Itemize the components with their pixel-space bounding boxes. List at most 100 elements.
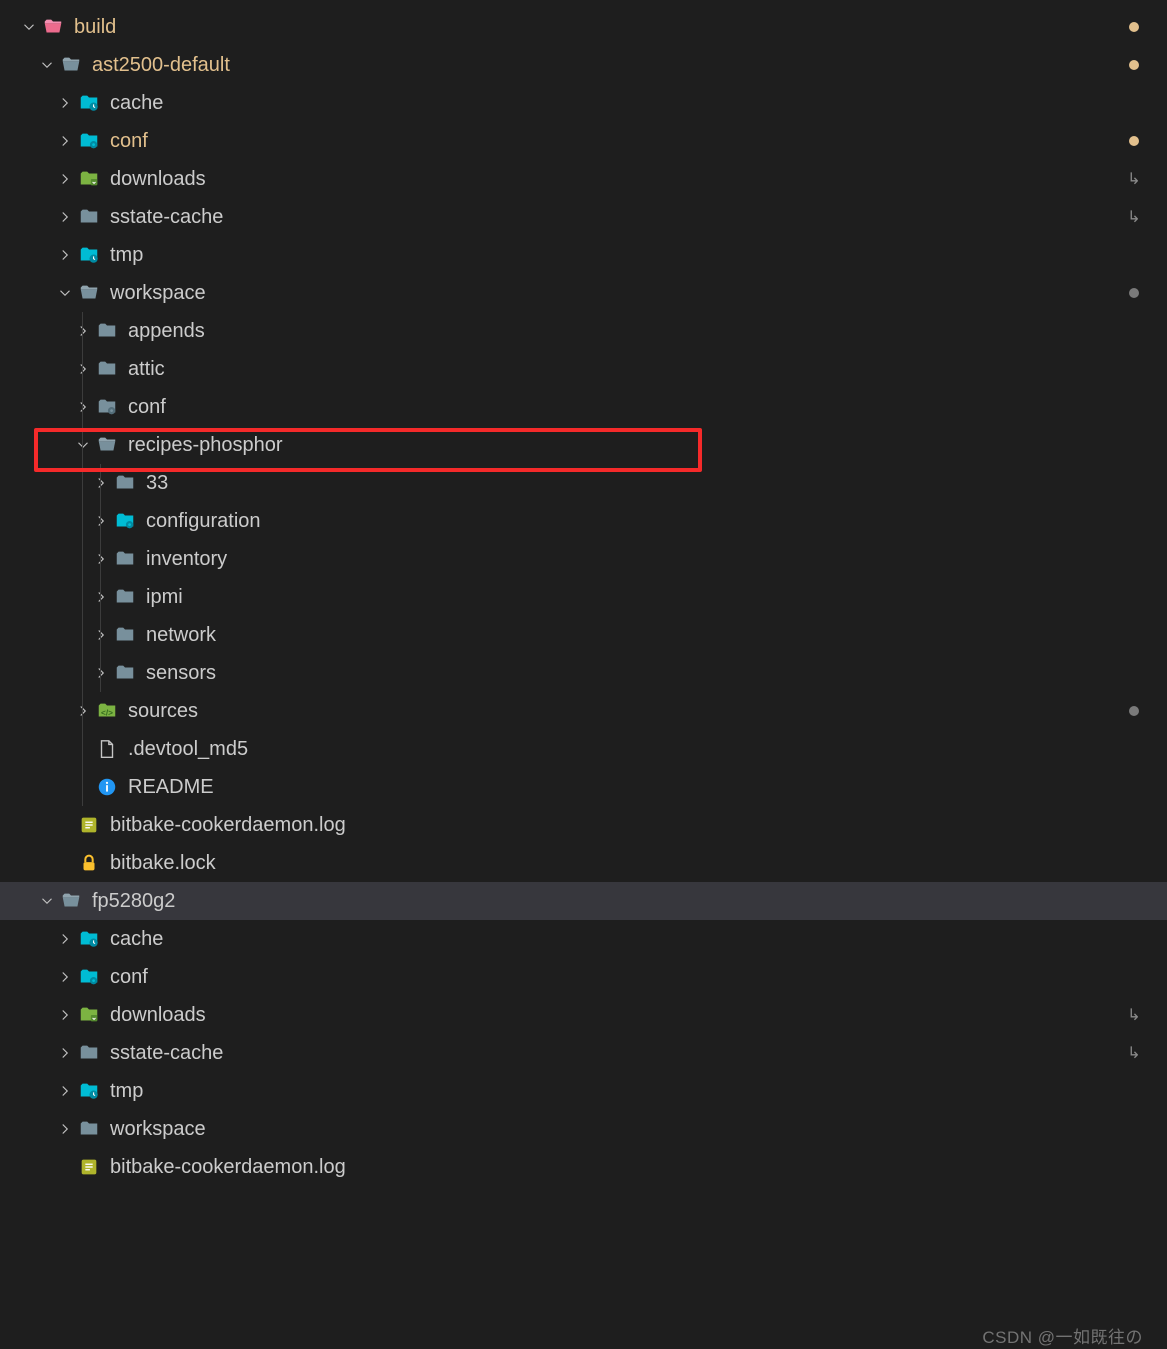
tree-row[interactable]: sstate-cache↳ [0, 1034, 1167, 1072]
tree-item-label: conf [128, 396, 1121, 419]
tree-row[interactable]: cache [0, 84, 1167, 122]
tree-row[interactable]: tmp [0, 236, 1167, 274]
chevron-right-icon[interactable] [54, 130, 76, 152]
chevron-right-icon[interactable] [54, 1042, 76, 1064]
chevron-right-icon[interactable] [90, 662, 112, 684]
chevron-right-icon[interactable] [54, 1118, 76, 1140]
tree-row[interactable]: build [0, 8, 1167, 46]
tree-row[interactable]: conf [0, 958, 1167, 996]
file-icon [96, 738, 118, 760]
tree-item-label: ast2500-default [92, 54, 1121, 77]
tree-row[interactable]: conf [0, 122, 1167, 160]
chevron-right-icon[interactable] [90, 548, 112, 570]
chevron-down-icon[interactable] [54, 282, 76, 304]
tree-row[interactable]: network [0, 616, 1167, 654]
folder-gray-icon [114, 472, 136, 494]
chevron-down-icon[interactable] [18, 16, 40, 38]
tree-row[interactable]: fp5280g2 [0, 882, 1167, 920]
tree-row[interactable]: sensors [0, 654, 1167, 692]
tree-item-label: conf [110, 966, 1121, 989]
file-tree: buildast2500-defaultcacheconfdownloads↳s… [0, 0, 1167, 1186]
log-icon [78, 814, 100, 836]
chevron-right-icon[interactable] [54, 1004, 76, 1026]
tree-item-label: 33 [146, 472, 1121, 495]
chevron-right-icon[interactable] [54, 244, 76, 266]
tree-row[interactable]: appends [0, 312, 1167, 350]
folder-gray-icon [78, 1042, 100, 1064]
tree-row[interactable]: workspace [0, 1110, 1167, 1148]
symlink-icon: ↳ [1127, 207, 1140, 227]
tree-row[interactable]: downloads↳ [0, 996, 1167, 1034]
tree-row[interactable]: cache [0, 920, 1167, 958]
chevron-right-icon[interactable] [54, 168, 76, 190]
tree-item-label: bitbake.lock [110, 852, 1121, 875]
tree-row[interactable]: configuration [0, 502, 1167, 540]
chevron-right-icon[interactable] [72, 396, 94, 418]
chevron-right-icon[interactable] [90, 624, 112, 646]
tree-row[interactable]: ipmi [0, 578, 1167, 616]
chevron-down-icon[interactable] [36, 54, 58, 76]
tree-row[interactable]: .devtool_md5 [0, 730, 1167, 768]
tree-row[interactable]: ast2500-default [0, 46, 1167, 84]
lock-icon [78, 852, 100, 874]
tree-item-label: appends [128, 320, 1121, 343]
tree-row[interactable]: README [0, 768, 1167, 806]
tree-item-label: cache [110, 928, 1121, 951]
chevron-right-icon[interactable] [72, 320, 94, 342]
info-icon [96, 776, 118, 798]
chevron-right-icon[interactable] [72, 700, 94, 722]
tree-item-label: configuration [146, 510, 1121, 533]
tree-item-label: workspace [110, 282, 1121, 305]
tree-item-label: README [128, 776, 1121, 799]
chevron-right-icon[interactable] [90, 472, 112, 494]
symlink-icon: ↳ [1127, 169, 1140, 189]
chevron-right-icon[interactable] [54, 966, 76, 988]
tree-row[interactable]: workspace [0, 274, 1167, 312]
tree-row[interactable]: bitbake-cookerdaemon.log [0, 1148, 1167, 1186]
folder-gray-icon [96, 358, 118, 380]
tree-row[interactable]: tmp [0, 1072, 1167, 1110]
folder-green-code-icon: </> [96, 700, 118, 722]
tree-row[interactable]: inventory [0, 540, 1167, 578]
tree-row[interactable]: attic [0, 350, 1167, 388]
chevron-down-icon[interactable] [36, 890, 58, 912]
tree-row[interactable]: bitbake-cookerdaemon.log [0, 806, 1167, 844]
tree-item-label: network [146, 624, 1121, 647]
tree-item-label: sources [128, 700, 1121, 723]
chevron-right-icon[interactable] [90, 586, 112, 608]
tree-row[interactable]: 33 [0, 464, 1167, 502]
chevron-right-icon[interactable] [54, 1080, 76, 1102]
watermark-text: CSDN @一如既往の [982, 1323, 1143, 1348]
status-decoration [1121, 22, 1147, 32]
tree-item-label: recipes-phosphor [128, 434, 1121, 457]
modified-dot-icon [1129, 60, 1139, 70]
status-decoration [1121, 288, 1147, 298]
chevron-right-icon[interactable] [90, 510, 112, 532]
log-icon [78, 1156, 100, 1178]
tree-item-label: build [74, 16, 1121, 39]
chevron-right-icon[interactable] [54, 206, 76, 228]
tree-item-label: cache [110, 92, 1121, 115]
tree-row[interactable]: recipes-phosphor [0, 426, 1167, 464]
tree-row[interactable]: downloads↳ [0, 160, 1167, 198]
tree-row[interactable]: conf [0, 388, 1167, 426]
tree-item-label: conf [110, 130, 1121, 153]
chevron-right-icon[interactable] [54, 928, 76, 950]
symlink-icon: ↳ [1127, 1043, 1140, 1063]
tree-item-label: workspace [110, 1118, 1121, 1141]
chevron-down-icon[interactable] [72, 434, 94, 456]
folder-open-icon [60, 890, 82, 912]
folder-teal-clock-icon [78, 928, 100, 950]
tree-row[interactable]: bitbake.lock [0, 844, 1167, 882]
tree-row[interactable]: sstate-cache↳ [0, 198, 1167, 236]
status-decoration: ↳ [1121, 207, 1147, 227]
folder-gray-gear-icon [96, 396, 118, 418]
chevron-right-icon[interactable] [54, 92, 76, 114]
tree-item-label: inventory [146, 548, 1121, 571]
svg-text:</>: </> [101, 709, 113, 718]
folder-teal-gear-icon [78, 130, 100, 152]
status-decoration: ↳ [1121, 1043, 1147, 1063]
chevron-right-icon[interactable] [72, 358, 94, 380]
folder-teal-gear-icon [114, 510, 136, 532]
tree-row[interactable]: </> sources [0, 692, 1167, 730]
